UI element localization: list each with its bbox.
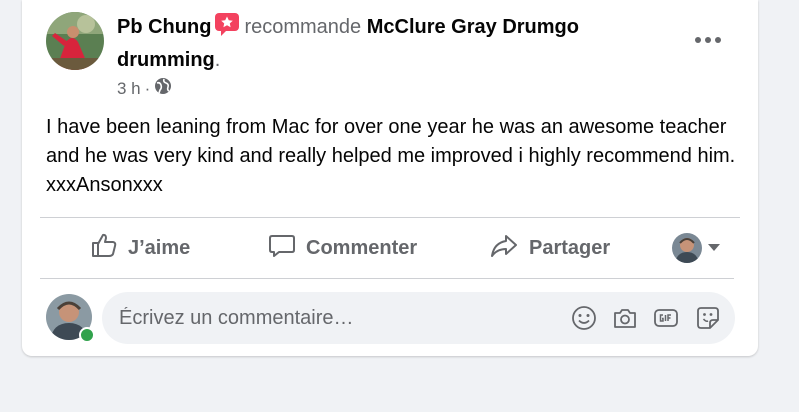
like-label: J’aime [128, 236, 191, 259]
recommend-star-icon [214, 12, 240, 45]
reactor-avatar [672, 233, 702, 263]
globe-icon[interactable] [154, 77, 172, 100]
like-button[interactable]: J’aime [90, 219, 190, 277]
reaction-identity-selector[interactable] [672, 233, 720, 263]
more-dot [715, 37, 721, 43]
gif-icon[interactable] [653, 305, 679, 331]
more-dot [705, 37, 711, 43]
thumbs-up-icon [90, 231, 118, 265]
action-bar: J’aime Commenter Partager [22, 219, 758, 277]
comment-bubble-icon [268, 231, 296, 265]
post-card: Pb Chung recommande McClure Gray Drumgo d… [22, 0, 758, 356]
camera-icon[interactable] [612, 305, 638, 331]
post-meta: 3 h · [117, 77, 172, 100]
share-label: Partager [529, 236, 611, 259]
comment-input[interactable] [102, 292, 559, 344]
header-period: . [214, 49, 221, 71]
divider [40, 278, 734, 279]
comment-label: Commenter [306, 236, 418, 259]
author-name[interactable]: Pb Chung [117, 16, 211, 38]
meta-separator: · [144, 78, 151, 98]
more-dot [695, 37, 701, 43]
author-avatar[interactable] [46, 12, 104, 70]
post-body: I have been leaning from Mac for over on… [46, 116, 747, 196]
online-status-dot [79, 327, 95, 343]
share-arrow-icon [489, 231, 519, 265]
post-header: Pb Chung recommande McClure Gray Drumgo d… [117, 12, 677, 75]
emoji-icon[interactable] [571, 305, 597, 331]
chevron-down-icon [708, 239, 720, 257]
post-timestamp[interactable]: 3 h [117, 79, 141, 99]
share-button[interactable]: Partager [489, 219, 610, 277]
more-options-button[interactable] [690, 26, 726, 54]
comment-button[interactable]: Commenter [268, 219, 417, 277]
divider [40, 217, 740, 218]
recommends-label: recommande [244, 16, 362, 38]
sticker-icon[interactable] [695, 305, 721, 331]
comment-composer [102, 292, 735, 344]
